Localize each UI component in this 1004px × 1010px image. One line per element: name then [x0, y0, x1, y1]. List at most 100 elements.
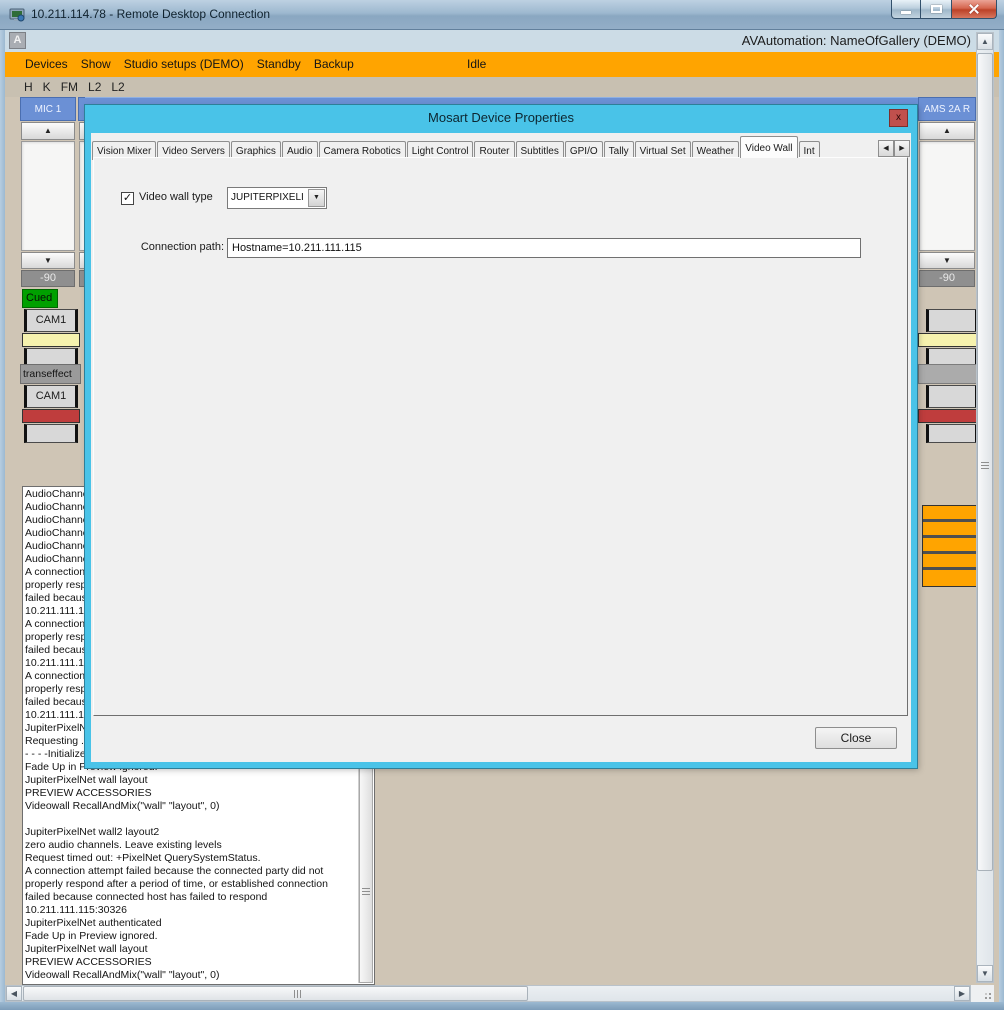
video-wall-type-checkbox[interactable]: ✓ — [121, 192, 134, 205]
window-titlebar[interactable]: 10.211.114.78 - Remote Desktop Connectio… — [0, 0, 1004, 30]
menu-item[interactable]: Show — [81, 52, 111, 77]
fader-up-button[interactable]: ▲ — [21, 122, 75, 140]
close-icon — [968, 3, 980, 15]
log-line: PREVIEW ACCESSORIES — [25, 787, 357, 800]
menu-bar: Devices Show Studio setups (DEMO) Standby Ba… — [5, 52, 999, 77]
shortcut-item[interactable]: L2 — [88, 77, 101, 97]
log-line: Fade Up in Preview ignored. — [25, 930, 357, 943]
window-border-right — [999, 30, 1004, 1002]
resize-grip[interactable] — [971, 985, 994, 1002]
rundown-row[interactable] — [923, 554, 977, 570]
dialog-tab[interactable]: Video Wall — [740, 136, 797, 158]
close-window-button[interactable] — [951, 0, 997, 19]
cam1-button-2[interactable]: CAM1 — [24, 385, 78, 408]
menu-item[interactable]: Studio setups (DEMO) — [124, 52, 244, 77]
fader-up-button[interactable]: ▲ — [919, 122, 975, 140]
cam1-button[interactable]: CAM1 — [24, 309, 78, 332]
rdp-icon — [9, 7, 25, 23]
scroll-down-button[interactable]: ▼ — [977, 965, 993, 982]
horizontal-scroll-thumb[interactable] — [23, 986, 528, 1001]
maximize-button[interactable] — [921, 0, 951, 19]
minimize-button[interactable] — [891, 0, 921, 19]
transition-effect-label[interactable]: transeffect — [20, 364, 81, 384]
maximize-icon — [931, 5, 942, 13]
fader-header: MIC 1 — [20, 97, 76, 121]
rundown-row[interactable] — [923, 506, 977, 522]
scroll-left-button[interactable]: ◀ — [6, 986, 22, 1001]
minimize-icon — [901, 11, 911, 14]
dialog-close-button[interactable]: x — [889, 109, 908, 127]
log-line — [25, 813, 357, 826]
fader-partial — [78, 97, 85, 287]
dialog-body: Vision MixerVideo ServersGraphicsAudioCa… — [91, 133, 911, 762]
fader-level: -90 — [21, 270, 75, 287]
log-line: A connection attempt failed because the … — [25, 865, 357, 878]
shortcut-item[interactable]: L2 — [111, 77, 124, 97]
right-preview-strip — [918, 333, 978, 347]
fader-down-button[interactable]: ▼ — [919, 252, 975, 269]
menu-item[interactable]: Backup — [314, 52, 354, 77]
rundown-row[interactable] — [923, 570, 977, 586]
shortcut-item[interactable]: K — [43, 77, 51, 97]
fader-header: AMS 2A R — [918, 97, 976, 121]
log-line: Request timed out: +PixelNet QuerySystem… — [25, 852, 357, 865]
mosart-device-properties-dialog: Mosart Device Properties x Vision MixerV… — [85, 105, 917, 768]
connection-path-input[interactable] — [227, 238, 861, 258]
log-line: JupiterPixelNet wall layout — [25, 774, 357, 787]
fader-track[interactable] — [919, 141, 975, 251]
app-title: AVAutomation: NameOfGallery (DEMO) — [742, 33, 971, 48]
scroll-grip-icon — [362, 888, 370, 896]
video-wall-type-label: Video wall type — [139, 191, 213, 203]
shortcut-bar: HK FM L2 L2 — [5, 77, 999, 97]
right-source-button[interactable] — [926, 309, 978, 332]
remote-desktop-window: 10.211.114.78 - Remote Desktop Connectio… — [0, 0, 1004, 1010]
shortcut-item[interactable]: FM — [61, 77, 78, 97]
dialog-title: Mosart Device Properties — [85, 110, 917, 125]
app-icon: A — [9, 32, 26, 49]
fader-level: -90 — [919, 270, 975, 287]
window-title: 10.211.114.78 - Remote Desktop Connectio… — [31, 7, 270, 21]
video-wall-type-dropdown[interactable]: JUPITERPIXELI ▼ — [227, 187, 327, 209]
app-vertical-scrollbar[interactable]: ▲ ▼ — [976, 32, 994, 983]
log-line: 10.211.111.115:30326 — [25, 904, 357, 917]
app-horizontal-scrollbar[interactable]: ◀ ▶ — [5, 985, 971, 1002]
vertical-scroll-thumb[interactable] — [977, 53, 993, 871]
cued-badge: Cued — [22, 289, 58, 308]
app-titlebar: A AVAutomation: NameOfGallery (DEMO) — [5, 30, 999, 52]
fader-ams2ar: AMS 2A R ▲ ▼ -90 — [918, 97, 976, 287]
fader-down-button[interactable]: ▼ — [21, 252, 75, 269]
scroll-up-button[interactable]: ▲ — [977, 33, 993, 50]
window-controls — [891, 0, 997, 20]
right-transition-band — [918, 364, 978, 384]
log-line: failed because connected host has failed… — [25, 891, 357, 904]
shortcut-item[interactable]: H — [24, 77, 33, 97]
dialog-close-action-button[interactable]: Close — [815, 727, 897, 749]
rundown-row[interactable] — [923, 538, 977, 554]
rundown-rows — [922, 505, 978, 587]
right-program-strip — [918, 409, 978, 423]
tab-scroll-buttons: ◀ ▶ — [878, 140, 910, 157]
log-line: Videowall RecallAndMix("wall" "layout", … — [25, 969, 357, 982]
menu-item[interactable]: Standby — [257, 52, 301, 77]
window-border-bottom — [0, 1002, 1004, 1010]
menu-item[interactable]: Devices — [25, 52, 68, 77]
log-line: zero audio channels. Leave existing leve… — [25, 839, 357, 852]
log-line: JupiterPixelNet authenticated — [25, 917, 357, 930]
right-source-button-3[interactable] — [926, 385, 978, 408]
scroll-grip-icon — [981, 462, 989, 470]
log-line: Videowall RecallAndMix("wall" "layout", … — [25, 800, 357, 813]
tab-scroll-right-button[interactable]: ▶ — [894, 140, 910, 157]
log-line: JupiterPixelNet wall2 layout2 — [25, 826, 357, 839]
program-strip — [22, 409, 80, 423]
fader-track[interactable] — [21, 141, 75, 251]
tab-scroll-left-button[interactable]: ◀ — [878, 140, 894, 157]
dropdown-value: JUPITERPIXELI — [231, 192, 307, 203]
blank-source-button-2[interactable] — [24, 424, 78, 443]
connection-path-label: Connection path: — [130, 241, 224, 253]
right-source-button-4[interactable] — [926, 424, 978, 443]
log-line: properly respond after a period of time,… — [25, 878, 357, 891]
rundown-row[interactable] — [923, 522, 977, 538]
scroll-right-button[interactable]: ▶ — [954, 986, 970, 1001]
preview-strip — [22, 333, 80, 347]
chevron-down-icon[interactable]: ▼ — [308, 189, 325, 207]
